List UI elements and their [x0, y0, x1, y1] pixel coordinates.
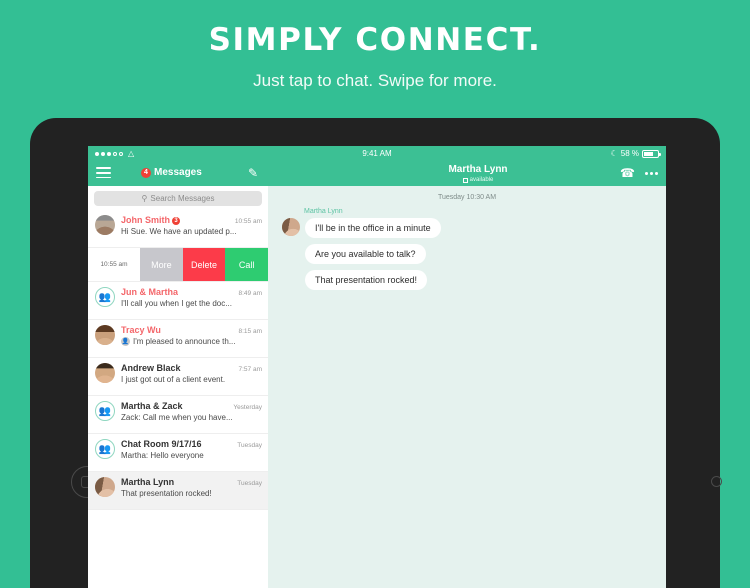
timestamp: 7:57 am	[238, 366, 263, 373]
promo-title: SIMPLY CONNECT.	[208, 22, 542, 58]
message-preview: I'll call you when I get the doc...	[121, 299, 232, 308]
contact-status-label: available	[469, 177, 494, 183]
list-item-header: Martha Lynn Tuesday	[121, 477, 262, 487]
swipe-action-row: 10:55 am More Delete Call	[88, 248, 269, 282]
person-icon: 👤	[121, 337, 130, 346]
list-item[interactable]: 👥 Chat Room 9/17/16 Tuesday Martha: Hell…	[88, 434, 268, 472]
contact-name: Martha & Zack	[121, 401, 183, 411]
group-icon: 👥	[95, 287, 115, 307]
message-preview: 👤 I'm pleased to announce th...	[121, 337, 236, 346]
message-bubble[interactable]: Are you available to talk?	[305, 244, 426, 264]
contact-name: Tracy Wu	[121, 325, 161, 335]
list-item-header: Tracy Wu 8:15 am	[121, 325, 262, 335]
phone-icon[interactable]: ☎	[620, 166, 635, 180]
status-indicator-icon	[462, 177, 468, 183]
list-item-body: Jun & Martha 8:49 am I'll call you when …	[121, 287, 262, 308]
avatar	[95, 477, 115, 497]
avatar	[282, 218, 300, 236]
list-item-header: Andrew Black 7:57 am	[121, 363, 262, 373]
app-body: ⚲ Search Messages John Smith 3 10:55 am H…	[88, 186, 666, 588]
message-bubble[interactable]: I'll be in the office in a minute	[305, 218, 441, 238]
status-bar-time: 9:41 AM	[362, 149, 392, 158]
messages-unread-badge: 4	[141, 167, 151, 178]
list-item-header: Chat Room 9/17/16 Tuesday	[121, 439, 262, 449]
timestamp: 10:55 am	[234, 218, 262, 225]
contact-name: John Smith 3	[121, 215, 180, 225]
timestamp: Tuesday	[237, 480, 262, 487]
messages-title-group[interactable]: 4 Messages	[141, 167, 202, 178]
status-bar-right: ☾ 58 %	[610, 149, 661, 158]
battery-icon	[642, 149, 661, 158]
avatar	[95, 325, 115, 345]
list-item-body: John Smith 3 10:55 am Hi Sue. We have an …	[121, 215, 262, 236]
list-item[interactable]: Tracy Wu 8:15 am 👤 I'm pleased to announ…	[88, 320, 268, 358]
status-badge: 3	[172, 216, 180, 225]
message-bubble[interactable]: That presentation rocked!	[305, 270, 428, 290]
message-row: That presentation rocked!	[268, 270, 666, 296]
call-button[interactable]: Call	[225, 248, 269, 281]
status-bar: △ 9:41 AM ☾ 58 %	[88, 146, 666, 161]
tablet-device: △ 9:41 AM ☾ 58 % 4 Messages ✎ Martha Lyn…	[30, 118, 722, 588]
device-screen: △ 9:41 AM ☾ 58 % 4 Messages ✎ Martha Lyn…	[88, 146, 666, 588]
list-item[interactable]: 👥 Martha & Zack Yesterday Zack: Call me …	[88, 396, 268, 434]
contact-header: Martha Lynn available	[358, 164, 598, 184]
timestamp: Tuesday	[237, 442, 262, 449]
list-item-body: Tracy Wu 8:15 am 👤 I'm pleased to announ…	[121, 325, 262, 346]
message-row: Are you available to talk?	[268, 244, 666, 270]
list-item-header: Jun & Martha 8:49 am	[121, 287, 262, 297]
group-icon: 👥	[95, 401, 115, 421]
search-container: ⚲ Search Messages	[88, 186, 268, 210]
group-icon: 👥	[95, 439, 115, 459]
message-row: I'll be in the office in a minute	[268, 218, 666, 244]
list-item[interactable]: 👥 Jun & Martha 8:49 am I'll call you whe…	[88, 282, 268, 320]
chat-daystamp: Tuesday 10:30 AM	[437, 194, 497, 201]
list-item-body: Martha Lynn Tuesday That presentation ro…	[121, 477, 262, 498]
message-preview: That presentation rocked!	[121, 489, 212, 498]
messages-label: Messages	[154, 167, 202, 178]
promo-subtitle: Just tap to chat. Swipe for more.	[253, 71, 497, 90]
list-item-header: Martha & Zack Yesterday	[121, 401, 262, 411]
search-placeholder: Search Messages	[150, 194, 215, 203]
contact-name: Martha Lynn	[121, 477, 175, 487]
message-preview: Zack: Call me when you have...	[121, 413, 233, 422]
contact-name: Chat Room 9/17/16	[121, 439, 202, 449]
message-preview: Hi Sue. We have an updated p...	[121, 227, 237, 236]
bluetooth-icon: ☾	[610, 149, 618, 158]
message-preview: I just got out of a client event.	[121, 375, 226, 384]
ellipsis-icon[interactable]	[645, 171, 658, 175]
navigation-actions: ☎	[620, 166, 658, 180]
avatar	[95, 363, 115, 383]
contact-status: available	[358, 176, 598, 184]
timestamp: 8:49 am	[238, 290, 263, 297]
pencil-icon[interactable]: ✎	[248, 166, 258, 180]
chat-thread-panel: Tuesday 10:30 AM Martha Lynn I'll be in …	[268, 186, 666, 588]
more-button[interactable]: More	[140, 248, 183, 281]
avatar	[95, 215, 115, 235]
list-item-body: Chat Room 9/17/16 Tuesday Martha: Hello …	[121, 439, 262, 460]
list-item-selected[interactable]: Martha Lynn Tuesday That presentation ro…	[88, 472, 268, 510]
navigation-bar: 4 Messages ✎ Martha Lynn available ☎	[88, 161, 666, 186]
hamburger-menu-icon[interactable]	[96, 167, 111, 181]
conversation-list-panel: ⚲ Search Messages John Smith 3 10:55 am H…	[88, 186, 269, 588]
delete-button[interactable]: Delete	[182, 248, 226, 281]
list-item-body: Andrew Black 7:57 am I just got out of a…	[121, 363, 262, 384]
chat-sender-label: Martha Lynn	[304, 208, 343, 215]
list-item[interactable]: Andrew Black 7:57 am I just got out of a…	[88, 358, 268, 396]
list-item[interactable]: John Smith 3 10:55 am Hi Sue. We have an …	[88, 210, 268, 248]
list-item-body: Martha & Zack Yesterday Zack: Call me wh…	[121, 401, 262, 422]
contact-name: Andrew Black	[121, 363, 181, 373]
timestamp: 8:15 am	[238, 328, 263, 335]
contact-name: Martha Lynn	[448, 164, 508, 175]
timestamp: Yesterday	[233, 404, 262, 411]
camera-icon	[711, 476, 722, 487]
message-preview: Martha: Hello everyone	[121, 451, 204, 460]
promo-header: SIMPLY CONNECT. Just tap to chat. Swipe …	[0, 0, 750, 118]
swipe-timestamp: 10:55 am	[100, 261, 128, 268]
list-item-header: John Smith 3 10:55 am	[121, 215, 262, 225]
contact-name: Jun & Martha	[121, 287, 179, 297]
search-input[interactable]: ⚲ Search Messages	[94, 191, 262, 206]
search-icon: ⚲	[141, 194, 148, 203]
battery-percent-label: 58 %	[620, 149, 639, 158]
